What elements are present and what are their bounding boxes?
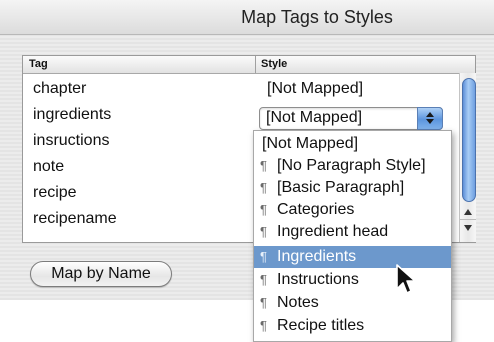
paragraph-style-icon: ¶: [260, 224, 267, 239]
menu-item-instructions[interactable]: ¶ Instructions: [254, 269, 451, 291]
scrollbar-thumb[interactable]: [462, 78, 476, 202]
row-tag: ingredients: [33, 106, 112, 123]
row-style[interactable]: [Not Mapped]: [267, 80, 363, 98]
menu-item-label: [Basic Paragraph]: [277, 179, 405, 196]
arrow-up-icon: [426, 112, 434, 117]
row-tag: recipename: [33, 210, 117, 227]
menu-item-notes[interactable]: ¶ Notes: [254, 292, 451, 314]
row-tag: chapter: [33, 80, 87, 97]
mouse-pointer-icon: [396, 264, 416, 294]
paragraph-style-icon: ¶: [260, 272, 267, 287]
column-header-style[interactable]: Style: [261, 58, 287, 70]
map-by-name-button[interactable]: Map by Name: [30, 261, 172, 287]
paragraph-style-icon: ¶: [260, 180, 267, 195]
scroll-down-arrow-icon[interactable]: [464, 225, 472, 231]
menu-item-recipe-titles[interactable]: ¶ Recipe titles: [254, 315, 451, 337]
menu-item-no-paragraph-style[interactable]: ¶ [No Paragraph Style]: [254, 155, 451, 177]
dialog-title: Map Tags to Styles: [241, 7, 393, 27]
menu-item-ingredients[interactable]: ¶ Ingredients: [254, 246, 451, 268]
menu-item-label: Notes: [277, 294, 319, 311]
row-tag: note: [33, 158, 65, 175]
menu-item-label: Instructions: [277, 271, 359, 288]
menu-item-label: [No Paragraph Style]: [277, 157, 426, 174]
title-bar: Map Tags to Styles: [0, 0, 494, 35]
arrow-down-icon: [426, 119, 434, 124]
paragraph-style-icon: ¶: [260, 202, 267, 217]
column-header-tag[interactable]: Tag: [29, 58, 48, 70]
paragraph-style-icon: ¶: [260, 295, 267, 310]
popup-selected-value: [Not Mapped]: [266, 109, 363, 126]
menu-item-ingredient-head[interactable]: ¶ Ingredient head: [254, 221, 451, 243]
menu-item-label: Recipe titles: [277, 317, 365, 334]
popup-arrows-icon[interactable]: [417, 107, 443, 130]
row-tag: recipe: [33, 184, 77, 201]
paragraph-style-icon: ¶: [260, 318, 267, 333]
scroll-up-arrow-icon[interactable]: [464, 209, 472, 215]
table-row[interactable]: chapter [Not Mapped]: [23, 76, 459, 102]
row-tag: insructions: [33, 132, 110, 149]
menu-item-label: Ingredient head: [277, 223, 389, 240]
menu-item-label: Categories: [277, 201, 355, 218]
style-popup-menu[interactable]: [Not Mapped]: [259, 107, 443, 130]
table-header: Tag Style: [23, 56, 475, 74]
vertical-scrollbar[interactable]: [459, 73, 476, 242]
menu-item-label: [Not Mapped]: [262, 135, 359, 152]
menu-item-not-mapped[interactable]: [Not Mapped]: [254, 133, 451, 155]
menu-item-basic-paragraph[interactable]: ¶ [Basic Paragraph]: [254, 177, 451, 199]
paragraph-style-icon: ¶: [260, 158, 267, 173]
paragraph-style-icon: ¶: [260, 249, 267, 264]
menu-item-label: Ingredients: [277, 248, 357, 265]
scroll-arrow-divider: [460, 219, 476, 220]
menu-item-categories[interactable]: ¶ Categories: [254, 199, 451, 221]
column-divider: [255, 56, 256, 73]
style-dropdown-menu: [Not Mapped] ¶ [No Paragraph Style] ¶ [B…: [253, 130, 452, 342]
